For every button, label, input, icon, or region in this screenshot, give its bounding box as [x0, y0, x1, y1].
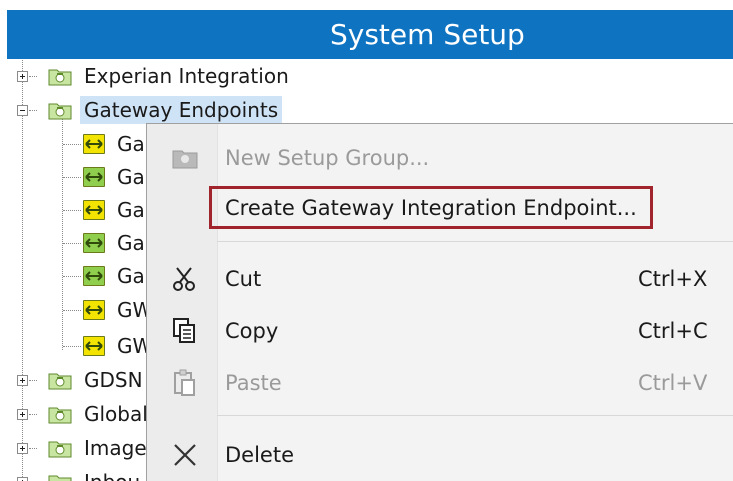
menu-item-delete[interactable]: Delete [147, 433, 733, 477]
endpoint-icon [83, 266, 105, 286]
tree-connector [29, 110, 37, 111]
tree-connector [63, 310, 81, 311]
endpoint-icon [83, 233, 105, 253]
tree-node-endpoint[interactable]: Ga [0, 163, 146, 197]
tree-connector [29, 414, 37, 415]
tree-node-label: Ga [117, 264, 145, 288]
tree-node-label: Image [84, 436, 147, 460]
tree-connector [63, 243, 81, 244]
tree-node-global[interactable]: Global [0, 400, 148, 434]
tree-node-endpoint[interactable]: GW [0, 296, 152, 330]
window-title-bar: System Setup [7, 10, 733, 59]
tree-connector [63, 144, 81, 145]
tree-connector [29, 380, 37, 381]
menu-separator [217, 415, 733, 416]
endpoint-icon [83, 200, 105, 220]
menu-item-label: Delete [225, 443, 294, 467]
tree-node-label: Global [84, 402, 148, 426]
folder-icon [48, 100, 72, 120]
folder-icon [171, 144, 199, 172]
tree-connector [29, 448, 37, 449]
menu-item-shortcut: Ctrl+C [638, 319, 708, 343]
menu-item-label: Cut [225, 267, 262, 291]
tree-node-label: Ga [117, 165, 145, 189]
tree-connector [63, 276, 81, 277]
tree-node-endpoint[interactable]: Ga [0, 262, 146, 296]
tree-node-label: Experian Integration [84, 64, 289, 88]
menu-item-shortcut: Ctrl+V [638, 371, 708, 395]
endpoint-icon [83, 336, 105, 356]
endpoint-icon [83, 134, 105, 154]
tree-node-label: Ga [117, 231, 145, 255]
tree-node-endpoint[interactable]: Ga [0, 130, 146, 164]
tree-node-endpoint[interactable]: GW [0, 332, 152, 366]
folder-icon [48, 370, 72, 390]
folder-icon [48, 404, 72, 424]
context-menu: New Setup Group... Create Gateway Integr… [146, 123, 733, 481]
endpoint-icon [83, 300, 105, 320]
tree-connector [63, 177, 81, 178]
folder-icon [48, 472, 72, 481]
highlight-frame [209, 186, 653, 229]
endpoint-icon [83, 167, 105, 187]
tree-connector [63, 346, 81, 347]
tree-node-label: Inbou [84, 468, 140, 481]
delete-icon [171, 441, 199, 469]
expand-icon[interactable] [17, 477, 28, 481]
tree-connector [63, 210, 81, 211]
menu-item-new-setup-group[interactable]: New Setup Group... [147, 136, 733, 180]
tree-node-gdsn[interactable]: GDSN [0, 366, 146, 400]
tree-node-experian-integration[interactable]: Experian Integration [0, 62, 300, 96]
tree-node-label: Ga [117, 198, 145, 222]
tree-connector [29, 76, 37, 77]
menu-item-shortcut: Ctrl+X [638, 267, 708, 291]
expand-icon[interactable] [17, 409, 28, 420]
tree-node-label: Ga [117, 132, 145, 156]
menu-item-label: Paste [225, 371, 282, 395]
menu-item-label: New Setup Group... [225, 146, 430, 170]
tree-node-inbound[interactable]: Inbou [0, 468, 146, 481]
window-title: System Setup [330, 18, 525, 51]
expand-icon[interactable] [17, 71, 28, 82]
menu-separator [217, 241, 733, 242]
tree-node-label: Gateway Endpoints [80, 96, 283, 124]
tree-node-endpoint[interactable]: Ga [0, 229, 146, 263]
tree-node-label: GDSN [84, 368, 143, 392]
folder-icon [48, 438, 72, 458]
expand-icon[interactable] [17, 375, 28, 386]
copy-icon [171, 317, 199, 345]
expand-icon[interactable] [17, 443, 28, 454]
scissors-icon [171, 265, 199, 293]
menu-item-paste[interactable]: Paste Ctrl+V [147, 361, 733, 405]
collapse-icon[interactable] [17, 105, 28, 116]
menu-item-cut[interactable]: Cut Ctrl+X [147, 257, 733, 301]
menu-item-label: Copy [225, 319, 279, 343]
tree-node-image[interactable]: Image [0, 434, 147, 468]
paste-icon [171, 369, 199, 397]
tree-node-endpoint[interactable]: Ga [0, 196, 146, 230]
menu-item-copy[interactable]: Copy Ctrl+C [147, 309, 733, 353]
folder-icon [48, 66, 72, 86]
